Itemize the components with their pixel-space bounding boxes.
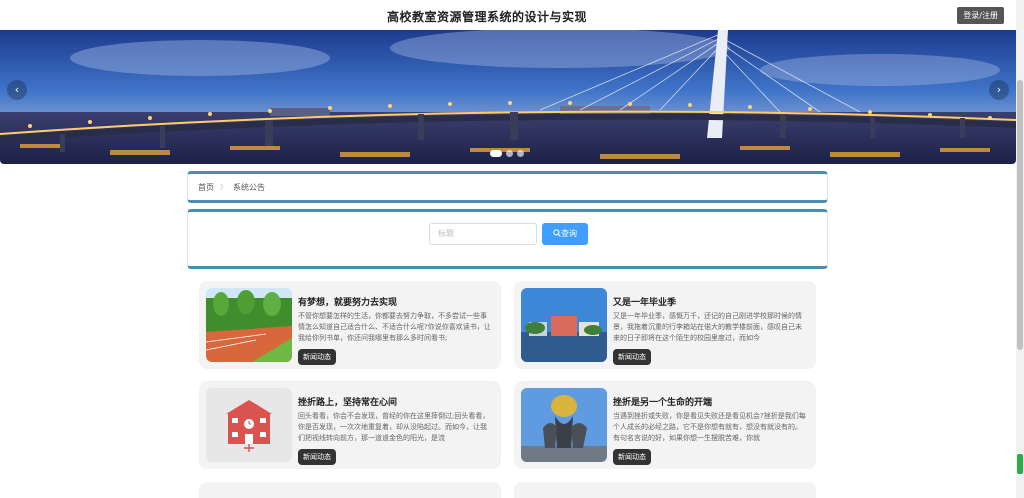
search-button[interactable]: 查询 xyxy=(542,223,588,245)
scrollbar-thumb[interactable] xyxy=(1017,80,1023,350)
banner-dot-3[interactable] xyxy=(517,150,524,157)
news-card[interactable]: 挫折路上，坚持常在心间 回头看看，你会不会发现，曾经的你在这里摔倒过;回头看看，… xyxy=(199,381,501,469)
news-thumbnail-track xyxy=(206,288,292,362)
breadcrumb: 首页 〉 系统公告 xyxy=(187,171,828,203)
search-icon xyxy=(553,229,561,237)
news-category-tag: 新闻动态 xyxy=(613,349,651,365)
news-summary: 又是一年毕业季，感慨万千，还记的自己刚进学校那时候的情景，我拖着沉重的行李箱站在… xyxy=(613,312,802,342)
top-bar: 高校教室资源管理系统的设计与实现 登录/注册 xyxy=(0,0,1016,30)
news-category-tag: 新闻动态 xyxy=(298,349,336,365)
news-category-tag: 新闻动态 xyxy=(298,449,336,465)
breadcrumb-home-link[interactable]: 首页 xyxy=(198,182,214,193)
school-building-icon xyxy=(206,388,292,462)
banner-pagination xyxy=(490,150,524,157)
breadcrumb-separator: 〉 xyxy=(220,183,227,191)
title-search-input[interactable]: 标题 xyxy=(429,223,537,245)
banner-next-button[interactable]: › xyxy=(989,80,1009,100)
site-title: 高校教室资源管理系统的设计与实现 xyxy=(386,10,587,24)
banner-dot-2[interactable] xyxy=(506,150,513,157)
news-card-partial[interactable] xyxy=(514,482,816,498)
login-register-button[interactable]: 登录/注册 xyxy=(957,7,1004,24)
scrollbar-marker xyxy=(1017,454,1023,474)
news-title[interactable]: 挫折是另一个生命的开端 xyxy=(613,395,712,408)
news-thumbnail-campus xyxy=(521,288,607,362)
search-button-label: 查询 xyxy=(561,229,577,238)
news-card[interactable]: 有梦想，就要努力去实现 不管你想要怎样的生活，你都要去努力争取，不多尝试一些事情… xyxy=(199,281,501,369)
news-summary: 不管你想要怎样的生活，你都要去努力争取，不多尝试一些事情怎么知道自己适合什么、不… xyxy=(298,312,491,342)
news-summary: 当遇到挫折或失败，你是看见失败还是看见机会?挫折是我们每个人成长的必经之路，它不… xyxy=(613,412,806,442)
news-card[interactable]: 又是一年毕业季 又是一年毕业季，感慨万千，还记的自己刚进学校那时候的情景，我拖着… xyxy=(514,281,816,369)
news-thumbnail-sculpture xyxy=(521,388,607,462)
banner-image xyxy=(0,30,1016,164)
news-title[interactable]: 挫折路上，坚持常在心间 xyxy=(298,395,397,408)
banner-dot-1[interactable] xyxy=(490,150,502,157)
news-category-tag: 新闻动态 xyxy=(613,449,651,465)
news-card[interactable]: 挫折是另一个生命的开端 当遇到挫折或失败，你是看见失败还是看见机会?挫折是我们每… xyxy=(514,381,816,469)
banner-carousel[interactable]: ‹ › xyxy=(0,30,1016,164)
news-title[interactable]: 有梦想，就要努力去实现 xyxy=(298,295,397,308)
page: 高校教室资源管理系统的设计与实现 登录/注册 ‹ › 首页 〉 系统公告 标题 … xyxy=(0,0,1024,498)
breadcrumb-current: 系统公告 xyxy=(233,182,265,192)
news-card-partial[interactable] xyxy=(199,482,501,498)
banner-prev-button[interactable]: ‹ xyxy=(7,80,27,100)
news-summary: 回头看看，你会不会发现，曾经的你在这里摔倒过;回头看看，你是否发现，一次次地重复… xyxy=(298,412,490,442)
search-panel: 标题 查询 xyxy=(187,209,828,269)
news-title[interactable]: 又是一年毕业季 xyxy=(613,295,676,308)
